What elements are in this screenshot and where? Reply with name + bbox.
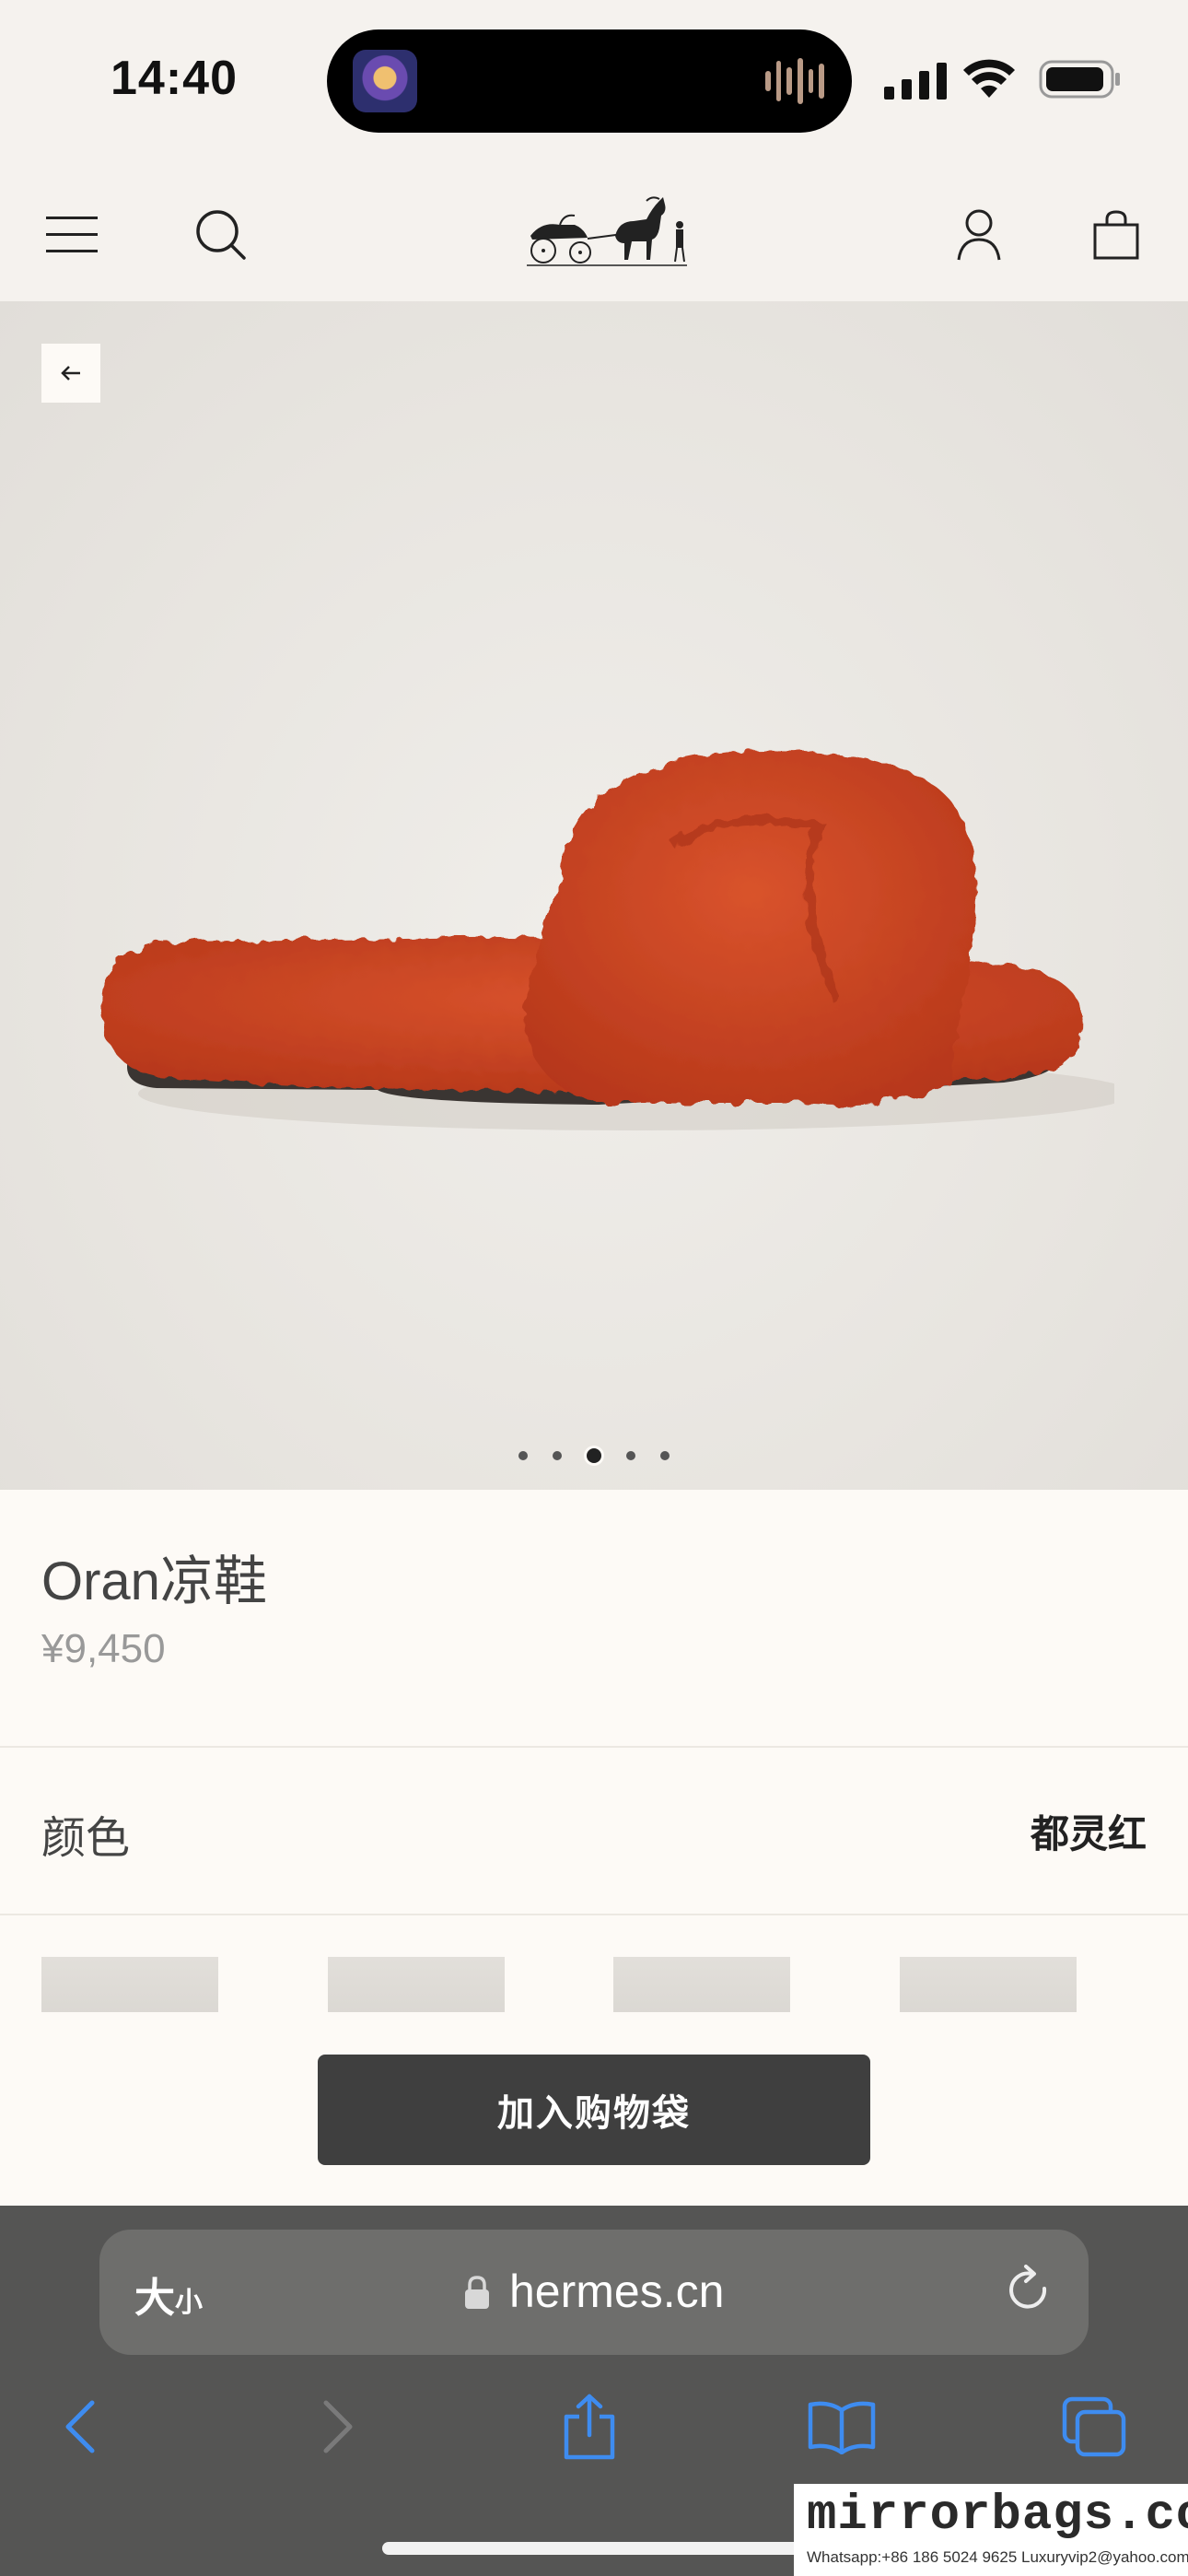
cellular-signal-icon: [884, 63, 947, 100]
status-bar: 14:40: [0, 0, 1188, 166]
back-button[interactable]: [41, 344, 100, 403]
watermark-sub: Whatsapp:+86 186 5024 9625 Luxuryvip2@ya…: [807, 2548, 1188, 2566]
search-icon: [196, 210, 246, 260]
shopping-bag-icon: [1093, 210, 1139, 260]
status-time: 14:40: [111, 52, 238, 105]
hamburger-menu-icon: [46, 217, 98, 252]
now-playing-artwork: [353, 50, 417, 112]
menu-button[interactable]: [40, 203, 104, 267]
color-swatches: [0, 1915, 1188, 2012]
user-icon: [957, 209, 1001, 261]
search-button[interactable]: [189, 203, 253, 267]
text-size-small: 小: [175, 2288, 203, 2318]
reload-icon[interactable]: [1004, 2265, 1055, 2320]
hermes-logo[interactable]: [523, 188, 691, 280]
home-indicator[interactable]: [382, 2542, 806, 2555]
color-swatch[interactable]: [328, 1957, 505, 2012]
wifi-icon: [963, 59, 1015, 98]
product-name: Oran凉鞋: [41, 1551, 267, 1611]
color-swatch[interactable]: [41, 1957, 218, 2012]
url-text: hermes.cn: [509, 2266, 725, 2317]
back-nav-button[interactable]: [44, 2390, 118, 2464]
tabs-button[interactable]: [1057, 2390, 1131, 2464]
address-bar[interactable]: 大小 hermes.cn: [99, 2230, 1089, 2355]
cta-area: 加入购物袋: [0, 2012, 1188, 2206]
lock-icon: [465, 2276, 489, 2309]
text-size-button[interactable]: 大小: [134, 2265, 203, 2324]
chevron-right-icon: [323, 2400, 353, 2453]
color-selector-row[interactable]: 颜色 都灵红: [0, 1748, 1188, 1915]
watermark: mirrorbags.com Whatsapp:+86 186 5024 962…: [794, 2484, 1188, 2576]
add-to-bag-button[interactable]: 加入购物袋: [318, 2055, 870, 2165]
bookmarks-button[interactable]: [805, 2390, 879, 2464]
carousel-dot[interactable]: [553, 1451, 562, 1460]
shopping-bag-button[interactable]: [1084, 203, 1148, 267]
audio-waveform-icon: [765, 57, 825, 105]
product-info: Oran凉鞋 ¥9,450: [0, 1490, 1188, 1748]
color-swatch[interactable]: [613, 1957, 790, 2012]
carousel-dot[interactable]: [518, 1451, 528, 1460]
arrow-left-icon: [61, 366, 80, 381]
battery-icon: [1039, 60, 1120, 99]
share-button[interactable]: [553, 2390, 626, 2464]
product-image-carousel[interactable]: [0, 301, 1188, 1490]
dynamic-island[interactable]: [327, 29, 852, 133]
share-icon: [564, 2394, 615, 2460]
book-icon: [808, 2401, 876, 2454]
color-label: 颜色: [41, 1814, 131, 1863]
color-swatch[interactable]: [900, 1957, 1077, 2012]
carousel-dot[interactable]: [660, 1451, 670, 1460]
product-price: ¥9,450: [41, 1626, 166, 1671]
site-header: [0, 166, 1188, 301]
tabs-icon: [1062, 2396, 1126, 2457]
forward-nav-button[interactable]: [300, 2390, 374, 2464]
carousel-dot-active[interactable]: [587, 1448, 601, 1463]
product-slipper-image: [99, 751, 1114, 1130]
account-button[interactable]: [947, 203, 1011, 267]
chevron-left-icon: [65, 2400, 95, 2453]
watermark-main: mirrorbags.com: [807, 2488, 1188, 2544]
text-size-big: 大: [134, 2276, 175, 2321]
selected-color-value: 都灵红: [1030, 1812, 1147, 1856]
carousel-dots: [0, 1448, 1188, 1463]
carousel-dot[interactable]: [626, 1451, 635, 1460]
